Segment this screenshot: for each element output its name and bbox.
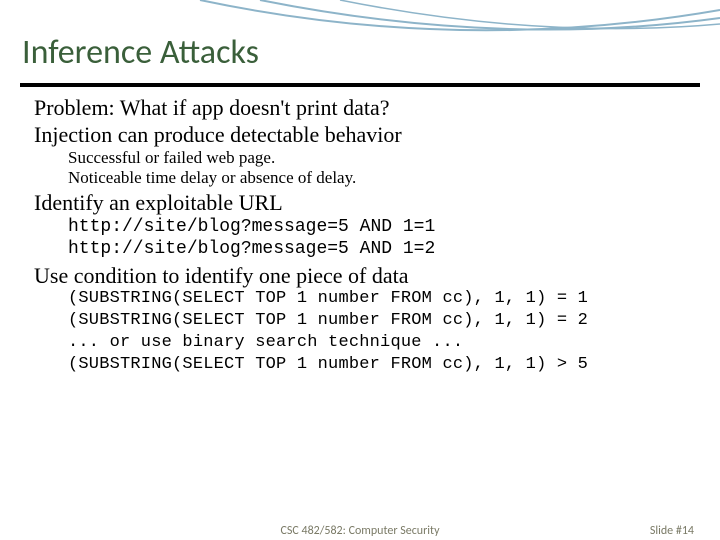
identify-url-line: Identify an exploitable URL	[34, 190, 692, 215]
footer-slide-number: Slide #14	[650, 524, 694, 538]
url-example-2: http://site/blog?message=5 AND 1=2	[68, 238, 692, 261]
problem-line: Problem: What if app doesn't print data?	[34, 95, 692, 120]
injection-line: Injection can produce detectable behavio…	[34, 122, 692, 147]
sql-line-4: (SUBSTRING(SELECT TOP 1 number FROM cc),…	[68, 354, 692, 376]
sql-line-3: ... or use binary search technique ...	[68, 332, 692, 354]
slide-title: Inference Attacks	[0, 0, 720, 79]
sql-line-2: (SUBSTRING(SELECT TOP 1 number FROM cc),…	[68, 310, 692, 332]
title-underline	[20, 83, 700, 87]
sql-line-1: (SUBSTRING(SELECT TOP 1 number FROM cc),…	[68, 288, 692, 310]
use-condition-line: Use condition to identify one piece of d…	[34, 263, 692, 288]
sub-success-fail: Successful or failed web page.	[68, 148, 692, 168]
slide-content: Problem: What if app doesn't print data?…	[0, 91, 720, 376]
sub-time-delay: Noticeable time delay or absence of dela…	[68, 168, 692, 188]
slide: Inference Attacks Problem: What if app d…	[0, 0, 720, 540]
url-example-1: http://site/blog?message=5 AND 1=1	[68, 216, 692, 239]
footer-course: CSC 482/582: Computer Security	[280, 524, 439, 538]
